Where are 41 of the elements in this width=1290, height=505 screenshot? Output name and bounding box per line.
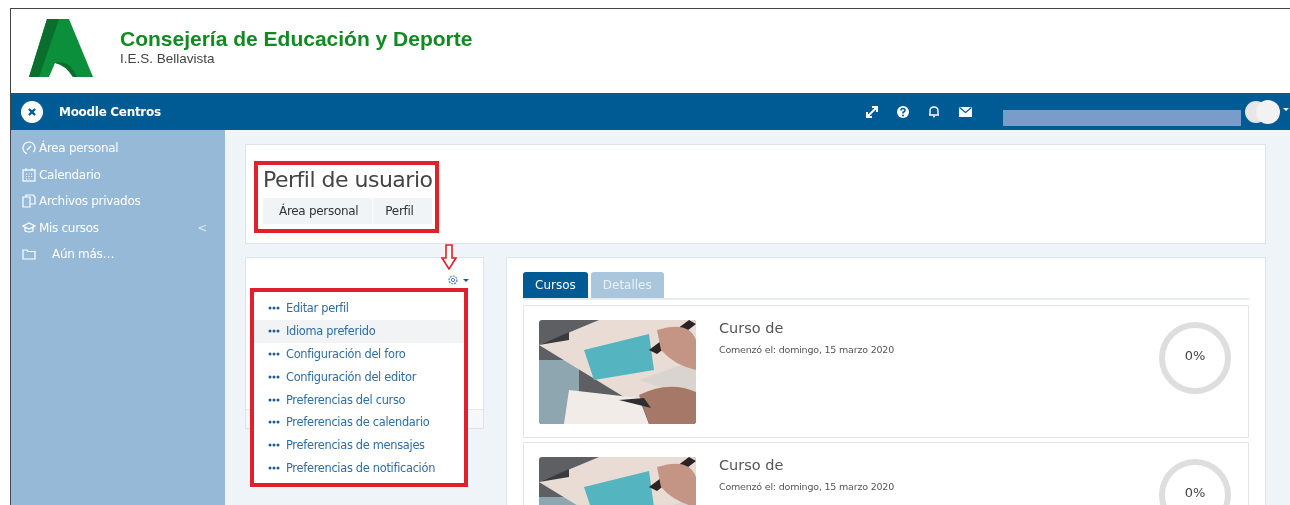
page-title: Perfil de usuario xyxy=(263,167,433,192)
avatar-icon[interactable] xyxy=(1242,98,1290,125)
close-drawer-button[interactable] xyxy=(21,100,43,123)
menu-item[interactable]: Preferencias de calendario xyxy=(254,411,464,434)
dots-icon xyxy=(268,397,280,402)
menu-item[interactable]: Editar perfil xyxy=(254,297,464,320)
files-icon xyxy=(22,194,36,209)
menu-item[interactable]: Preferencias de mensajes xyxy=(254,433,464,457)
course-start-date: Comenzó el: domingo, 15 marzo 2020 xyxy=(719,344,894,355)
menu-item[interactable]: Preferencias del curso xyxy=(254,388,464,411)
gauge-icon xyxy=(22,141,36,156)
settings-menu-button[interactable] xyxy=(447,274,471,288)
bell-icon[interactable] xyxy=(928,105,940,118)
graduation-cap-icon xyxy=(22,220,36,235)
help-icon[interactable] xyxy=(897,105,909,118)
dots-icon xyxy=(268,443,280,448)
dots-icon xyxy=(268,374,280,379)
school-name: I.E.S. Bellavista xyxy=(120,51,216,66)
tab[interactable]: Cursos xyxy=(523,272,588,298)
course-title[interactable]: Curso de xyxy=(719,320,894,336)
header-title: Consejería de Educación y Deporte xyxy=(120,27,473,51)
expand-icon[interactable] xyxy=(866,105,878,118)
dots-icon xyxy=(268,420,280,425)
course-start-date: Comenzó el: domingo, 15 marzo 2020 xyxy=(719,481,894,492)
dots-icon xyxy=(268,329,280,334)
mail-icon[interactable] xyxy=(959,106,972,117)
dots-icon xyxy=(268,306,280,311)
dots-icon xyxy=(268,465,280,470)
progress-percent: 0% xyxy=(1183,348,1207,363)
close-icon xyxy=(27,106,37,117)
calendar-icon xyxy=(22,167,36,182)
menu-item[interactable]: Idioma preferido xyxy=(254,319,464,343)
folder-icon xyxy=(22,247,36,262)
course-title[interactable]: Curso de xyxy=(719,457,894,473)
progress-percent: 0% xyxy=(1183,485,1207,500)
gear-caret-icon xyxy=(447,274,471,286)
menu-item[interactable]: Configuración del foro xyxy=(254,342,464,366)
dots-icon xyxy=(268,352,280,356)
menu-item[interactable]: Configuración del editor xyxy=(254,365,464,389)
site-name[interactable]: Moodle Centros xyxy=(59,104,161,119)
menu-item[interactable]: Preferencias de notificación xyxy=(254,456,464,480)
